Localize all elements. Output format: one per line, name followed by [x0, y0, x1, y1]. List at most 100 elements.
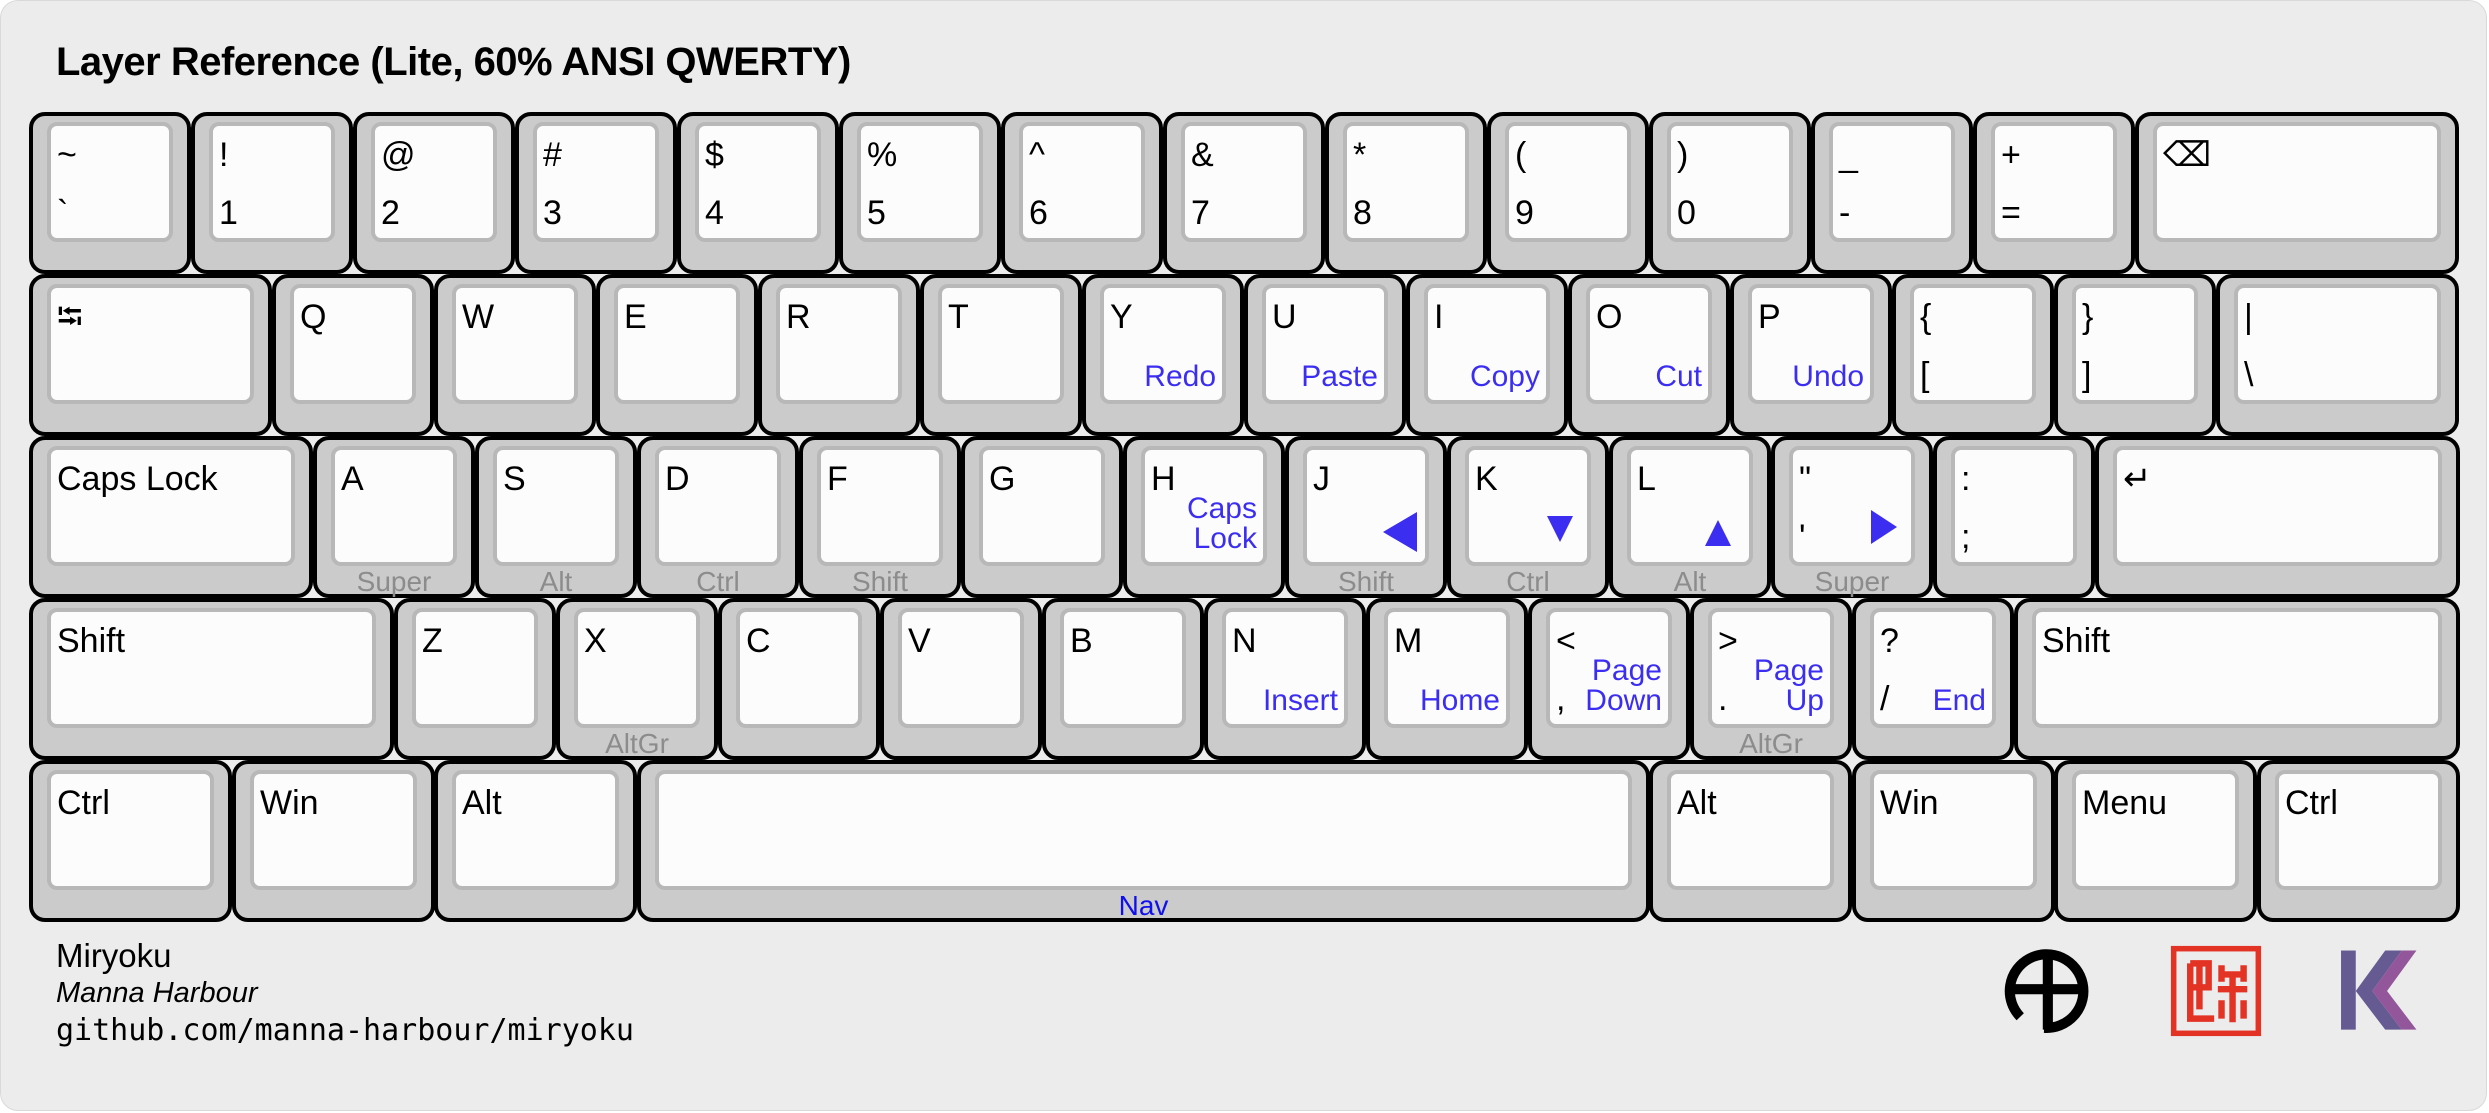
key-capslock[interactable]: Caps Lock: [29, 436, 313, 598]
keycap: O Cut: [1586, 284, 1712, 404]
hold-modifier-label: Super: [356, 566, 432, 597]
footer-url-link[interactable]: github.com/manna-harbour/miryoku: [56, 1013, 634, 1048]
key-legend: %: [867, 136, 898, 174]
key-z[interactable]: Z: [394, 598, 556, 760]
key-legend: !: [219, 136, 229, 174]
keycap: P Undo: [1748, 284, 1874, 404]
key-8[interactable]: * 8: [1325, 112, 1487, 274]
key-lwin[interactable]: Win: [232, 760, 435, 922]
key-slash[interactable]: ? / End: [1852, 598, 2014, 760]
keycap: ^ 6: [1019, 122, 1145, 242]
key-enter[interactable]: ↵: [2095, 436, 2460, 598]
key-l[interactable]: L Alt: [1609, 436, 1771, 598]
key-i[interactable]: I Copy: [1406, 274, 1568, 436]
key-6[interactable]: ^ 6: [1001, 112, 1163, 274]
key-g[interactable]: G: [961, 436, 1123, 598]
key-p[interactable]: P Undo: [1730, 274, 1892, 436]
keycap: >. Page Up: [1708, 608, 1834, 728]
key-e[interactable]: E: [596, 274, 758, 436]
keycap: R: [776, 284, 902, 404]
key-k[interactable]: K Ctrl: [1447, 436, 1609, 598]
keycap: G: [979, 446, 1105, 566]
key-period[interactable]: >. Page Up AltGr: [1690, 598, 1852, 760]
key-grave[interactable]: ~ `: [29, 112, 191, 274]
key-lalt[interactable]: Alt: [434, 760, 637, 922]
key-quote[interactable]: " ' Super: [1771, 436, 1933, 598]
nav-layer-label: Page Up: [1753, 654, 1824, 717]
key-legend: K: [1475, 460, 1498, 498]
key-shifted-legend: 1: [219, 194, 238, 232]
key-n[interactable]: N Insert: [1204, 598, 1366, 760]
key-legend: N: [1232, 622, 1257, 660]
key-rbracket[interactable]: }]: [2054, 274, 2216, 436]
key-ralt[interactable]: Alt: [1649, 760, 1852, 922]
key-q[interactable]: Q: [272, 274, 434, 436]
keycap: ~ `: [47, 122, 173, 242]
key-3[interactable]: #3: [515, 112, 677, 274]
key-legend: P: [1758, 298, 1781, 336]
key-d[interactable]: D Ctrl: [637, 436, 799, 598]
key-a[interactable]: A Super: [313, 436, 475, 598]
tab-icon: ⭾: [57, 298, 83, 336]
enter-icon: ↵: [2123, 460, 2152, 498]
key-comma[interactable]: <, Page Down: [1528, 598, 1690, 760]
key-w[interactable]: W: [434, 274, 596, 436]
key-rshift[interactable]: Shift: [2014, 598, 2460, 760]
key-v[interactable]: V: [880, 598, 1042, 760]
key-s[interactable]: S Alt: [475, 436, 637, 598]
nav-layer-label: Undo: [1792, 360, 1864, 393]
hold-modifier-label: AltGr: [1739, 728, 1803, 759]
key-minus[interactable]: _ -: [1811, 112, 1973, 274]
key-f[interactable]: F Shift: [799, 436, 961, 598]
key-4[interactable]: $4: [677, 112, 839, 274]
key-backspace[interactable]: ⌫: [2135, 112, 2459, 274]
key-shifted-legend: 8: [1353, 194, 1372, 232]
keycap: T: [938, 284, 1064, 404]
key-m[interactable]: M Home: [1366, 598, 1528, 760]
key-lctrl[interactable]: Ctrl: [29, 760, 232, 922]
key-j[interactable]: J Shift: [1285, 436, 1447, 598]
keycap: Y Redo: [1100, 284, 1226, 404]
key-c[interactable]: C: [718, 598, 880, 760]
keycap: ! 1: [209, 122, 335, 242]
key-menu[interactable]: Menu: [2054, 760, 2257, 922]
key-tab[interactable]: ⭾: [29, 274, 272, 436]
key-rctrl[interactable]: Ctrl: [2257, 760, 2460, 922]
key-legend: Shift: [2042, 622, 2111, 660]
key-shifted-legend: ]: [2082, 356, 2092, 394]
key-lshift[interactable]: Shift: [29, 598, 394, 760]
key-o[interactable]: O Cut: [1568, 274, 1730, 436]
key-9[interactable]: (9: [1487, 112, 1649, 274]
key-equal[interactable]: + =: [1973, 112, 2135, 274]
key-t[interactable]: T: [920, 274, 1082, 436]
key-space[interactable]: Nav: [637, 760, 1650, 922]
keycap: W: [452, 284, 578, 404]
keycap: #3: [533, 122, 659, 242]
key-y[interactable]: Y Redo: [1082, 274, 1244, 436]
key-0[interactable]: ) 0: [1649, 112, 1811, 274]
key-h[interactable]: H Caps Lock: [1123, 436, 1285, 598]
key-r[interactable]: R: [758, 274, 920, 436]
keycap: C: [736, 608, 862, 728]
key-5[interactable]: % 5: [839, 112, 1001, 274]
key-x[interactable]: X AltGr: [556, 598, 718, 760]
keycap: + =: [1991, 122, 2117, 242]
key-1[interactable]: ! 1: [191, 112, 353, 274]
key-shifted-legend: 4: [705, 194, 724, 232]
key-backslash[interactable]: | \: [2216, 274, 2459, 436]
key-legend: X: [584, 622, 607, 660]
keycap: " ': [1789, 446, 1915, 566]
key-b[interactable]: B: [1042, 598, 1204, 760]
key-legend: D: [665, 460, 690, 498]
keycap: :;: [1951, 446, 2077, 566]
key-legend: Menu: [2082, 784, 2168, 822]
key-rwin[interactable]: Win: [1852, 760, 2055, 922]
key-shifted-legend: `: [57, 194, 69, 232]
key-semicolon[interactable]: :;: [1933, 436, 2095, 598]
hold-modifier-label: Ctrl: [696, 566, 740, 597]
key-lbracket[interactable]: {[: [1892, 274, 2054, 436]
key-u[interactable]: U Paste: [1244, 274, 1406, 436]
key-7[interactable]: & 7: [1163, 112, 1325, 274]
key-2[interactable]: @2: [353, 112, 515, 274]
nav-layer-label: Page Down: [1585, 654, 1662, 717]
